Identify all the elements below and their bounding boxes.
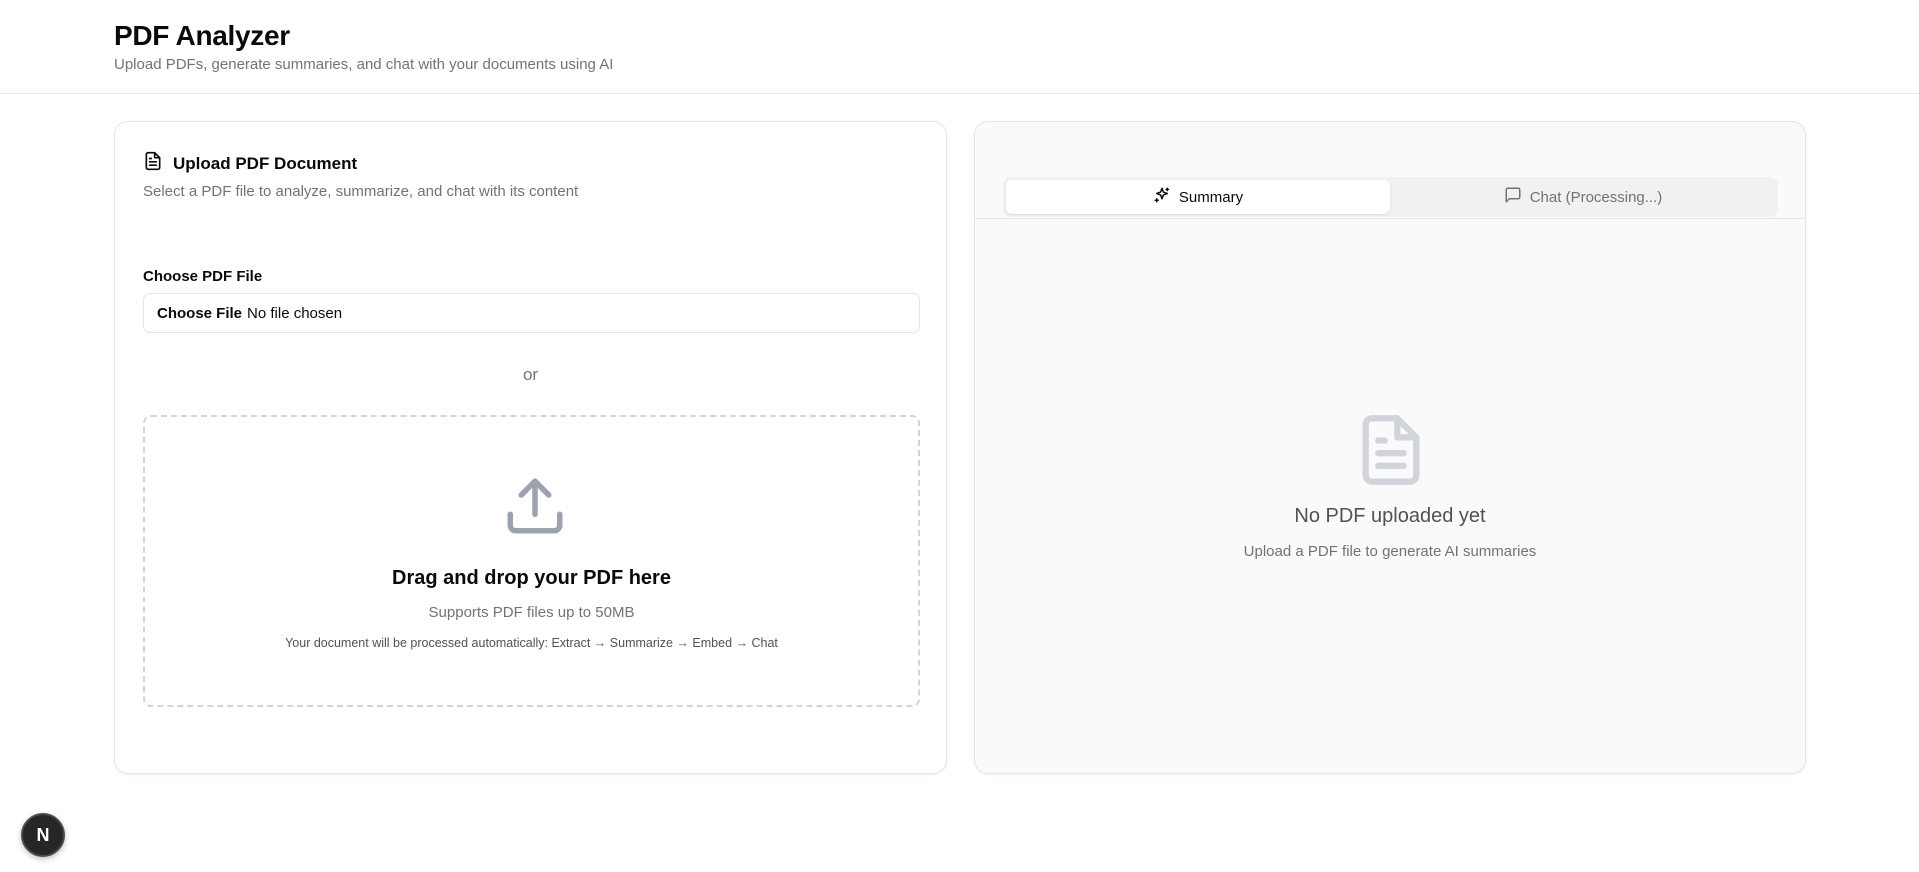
- empty-state-subtitle: Upload a PDF file to generate AI summari…: [1243, 543, 1537, 560]
- file-text-icon: [1353, 412, 1429, 488]
- empty-state-title: No PDF uploaded yet: [1294, 505, 1486, 527]
- dropzone-process-note: Your document will be processed automati…: [285, 636, 778, 650]
- tab-summary-label: Summary: [1178, 188, 1244, 206]
- tab-chat-label: Chat (Processing...): [1529, 188, 1663, 206]
- message-square-icon: [1504, 186, 1522, 208]
- or-divider-text: or: [522, 365, 539, 384]
- dropzone-title: Drag and drop your PDF here: [392, 567, 671, 589]
- page-subtitle: Upload PDFs, generate summaries, and cha…: [114, 56, 614, 73]
- sparkles-icon: [1153, 186, 1171, 208]
- results-tabs: Summary Chat (Processing...): [1003, 177, 1778, 217]
- file-field-label: Choose PDF File: [143, 268, 263, 285]
- upload-icon: [502, 473, 568, 539]
- dropzone-subtitle: Supports PDF files up to 50MB: [428, 604, 635, 621]
- tabs-divider: [975, 218, 1805, 219]
- dev-tools-badge[interactable]: N: [21, 813, 65, 857]
- file-text-icon: [143, 151, 163, 176]
- upload-card-title: Upload PDF Document: [173, 153, 358, 173]
- pdf-file-input[interactable]: Choose File No file chosen: [143, 293, 920, 333]
- page-title: PDF Analyzer: [114, 20, 290, 51]
- choose-file-button[interactable]: Choose File: [157, 305, 242, 322]
- tab-summary[interactable]: Summary: [1006, 180, 1390, 214]
- results-card: Summary Chat (Processing...) No PDF uplo…: [974, 121, 1806, 774]
- app-header: PDF Analyzer Upload PDFs, generate summa…: [0, 0, 1919, 94]
- file-status-text: No file chosen: [247, 304, 343, 322]
- upload-card: Upload PDF Document Select a PDF file to…: [114, 121, 947, 774]
- pdf-dropzone[interactable]: Drag and drop your PDF here Supports PDF…: [143, 415, 920, 707]
- tab-chat[interactable]: Chat (Processing...): [1391, 180, 1775, 214]
- upload-card-description: Select a PDF file to analyze, summarize,…: [143, 183, 579, 200]
- upload-card-header: Upload PDF Document: [143, 151, 357, 176]
